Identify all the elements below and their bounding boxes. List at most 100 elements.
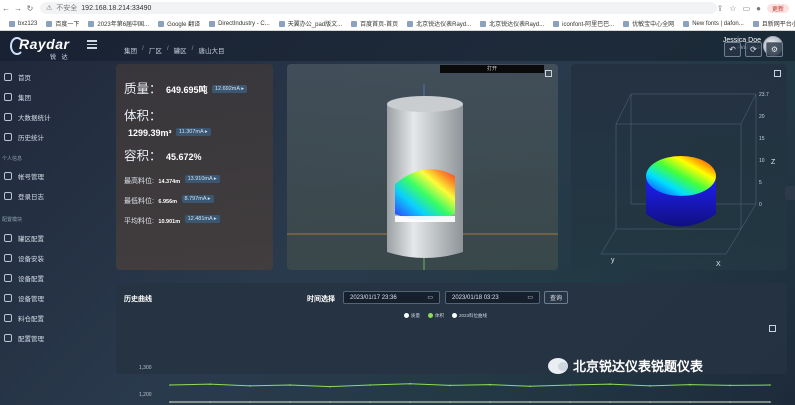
- legend-item[interactable]: 质量: [404, 313, 420, 319]
- open-label: 打开: [440, 65, 544, 73]
- bookmark-favicon-icon: [407, 20, 414, 27]
- z-axis-label: Z: [771, 159, 776, 166]
- bookmark-item[interactable]: 且新网平台小程序...: [752, 19, 795, 28]
- tank-area-icon: [4, 234, 12, 242]
- undo-button[interactable]: ↶: [724, 42, 741, 57]
- back-icon[interactable]: ←: [0, 4, 12, 13]
- expand-icon[interactable]: [545, 70, 552, 77]
- bookmark-item[interactable]: 北京锐达仪表Rayd...: [480, 19, 544, 28]
- sidebar-item-label: 登录日志: [18, 194, 44, 201]
- bookmark-item[interactable]: DirectIndustry - C...: [209, 20, 270, 27]
- forward-icon[interactable]: →: [12, 4, 24, 13]
- z-axis-ticks: 23.7 20 15 10 5 0: [759, 92, 769, 208]
- data-point: [369, 384, 371, 386]
- menu-toggle-icon[interactable]: [87, 40, 97, 49]
- tank-3d-view[interactable]: [287, 64, 558, 270]
- url-text: 192.168.18.214:33490: [81, 4, 152, 12]
- history-title: 历史曲线: [124, 296, 152, 303]
- data-point: [169, 384, 171, 386]
- side-panel-toggle[interactable]: [785, 186, 795, 200]
- update-button[interactable]: 更新: [766, 3, 789, 13]
- sidebar-item[interactable]: 罐区配置: [4, 233, 44, 243]
- address-bar[interactable]: ⚠ 不安全 192.168.18.214:33490: [40, 2, 717, 14]
- sidebar-item[interactable]: 设备安装: [4, 253, 44, 263]
- query-button[interactable]: 查询: [544, 291, 568, 304]
- z-tick-label: 0: [759, 202, 762, 208]
- expand-history-icon[interactable]: [769, 325, 776, 332]
- refresh-button[interactable]: ⟳: [745, 42, 762, 57]
- bookmark-item[interactable]: 天翼办公_pad版文...: [278, 19, 342, 28]
- security-label: 不安全: [56, 5, 78, 12]
- sidepanel-icon[interactable]: ▭: [743, 4, 751, 13]
- legend-item[interactable]: 2023料位曲线: [452, 313, 487, 319]
- settings-button[interactable]: ⚙: [766, 42, 783, 57]
- breadcrumb-separator: /: [166, 45, 169, 52]
- bookmark-star-icon[interactable]: ☆: [729, 4, 736, 13]
- expand-icon-2[interactable]: [774, 70, 781, 77]
- data-point: [489, 383, 491, 386]
- bookmark-item[interactable]: 优敏宝中心全网: [623, 19, 674, 28]
- sidebar-item[interactable]: 历史统计: [4, 132, 44, 142]
- sidebar-item[interactable]: 帐号管理: [4, 171, 44, 181]
- bookmark-favicon-icon: [623, 20, 630, 27]
- bookmark-item[interactable]: Google 翻译: [158, 19, 200, 28]
- bookmark-item[interactable]: 2023年第6届中国...: [88, 19, 149, 28]
- data-point: [529, 385, 531, 388]
- start-datetime-input[interactable]: 2023/01/17 23:36 ▭: [343, 291, 440, 304]
- bookmark-favicon-icon: [158, 20, 165, 27]
- data-point: [769, 401, 771, 403]
- y-tick-label: 1,200: [139, 392, 152, 398]
- sidebar-item[interactable]: 集团: [4, 92, 31, 102]
- data-point: [289, 384, 291, 386]
- profile-icon[interactable]: ●: [756, 4, 761, 13]
- sidebar-item[interactable]: 大数据统计: [4, 112, 51, 122]
- bookmark-item[interactable]: 百度一下: [46, 19, 79, 28]
- data-point: [489, 401, 491, 403]
- breadcrumb-item[interactable]: 厂区: [149, 45, 162, 55]
- data-point: [449, 384, 451, 387]
- surface-3d-plot[interactable]: 23.7 20 15 10 5 0 Z y X: [571, 64, 787, 270]
- data-point: [609, 383, 611, 385]
- sidebar-item-label: 帐号管理: [18, 174, 44, 181]
- data-point: [289, 401, 291, 403]
- raydar-logo: Raydar 锐 达: [10, 35, 70, 61]
- calendar-icon: ▭: [527, 295, 533, 301]
- wechat-icon: [548, 357, 568, 374]
- breadcrumb-item[interactable]: 罐区: [174, 45, 187, 55]
- data-point: [529, 401, 531, 403]
- browser-chrome: ← → ↻ ⚠ 不安全 192.168.18.214:33490 ⇪ ☆ ▭ ●…: [0, 0, 795, 31]
- data-point: [649, 401, 651, 403]
- sidebar-item[interactable]: 设备配置: [4, 273, 44, 283]
- tank-3d-panel[interactable]: [287, 64, 558, 270]
- sidebar-item[interactable]: 首页: [4, 72, 31, 82]
- sidebar-item[interactable]: 料仓配置: [4, 313, 44, 323]
- end-datetime-input[interactable]: 2023/01/18 03:23 ▭: [445, 291, 540, 304]
- reload-icon[interactable]: ↻: [24, 4, 36, 13]
- bookmark-favicon-icon: [480, 20, 487, 27]
- data-point: [729, 401, 731, 403]
- bookmark-item[interactable]: 北京锐达仪表Rayd...: [407, 19, 471, 28]
- surface-3d-panel[interactable]: 23.7 20 15 10 5 0 Z y X: [571, 64, 787, 270]
- bookmark-item[interactable]: New fonts | dafon...: [683, 20, 744, 27]
- breadcrumb-item[interactable]: 唐山大目: [198, 45, 224, 55]
- data-point: [329, 401, 331, 403]
- capacity-value: 45.672%: [165, 152, 202, 162]
- sidebar-item[interactable]: 配置管理: [4, 333, 44, 343]
- sidebar-item[interactable]: 设备管理: [4, 293, 44, 303]
- top-bar: Raydar 锐 达 Jessica Doe Available: [0, 31, 795, 61]
- sidebar-item[interactable]: 登录日志: [4, 191, 44, 201]
- bookmark-item[interactable]: iconfont-阿里巴巴...: [553, 19, 614, 28]
- legend-item[interactable]: 体积: [428, 313, 444, 319]
- bookmark-item[interactable]: bxz123: [9, 20, 37, 27]
- share-icon[interactable]: ⇪: [717, 4, 724, 13]
- bookmark-favicon-icon: [9, 20, 15, 27]
- breadcrumb-item[interactable]: 集团: [124, 45, 137, 55]
- bookmark-favicon-icon: [351, 20, 358, 27]
- bookmark-item[interactable]: 百度首页-首页: [351, 19, 398, 28]
- data-point: [409, 382, 411, 385]
- mass-ma-badge: 12.692mA ▸: [211, 84, 248, 93]
- sidebar-item-label: 设备配置: [18, 276, 44, 283]
- data-point: [449, 401, 451, 403]
- bookmark-favicon-icon: [553, 20, 560, 27]
- z-tick-label: 23.7: [759, 92, 769, 98]
